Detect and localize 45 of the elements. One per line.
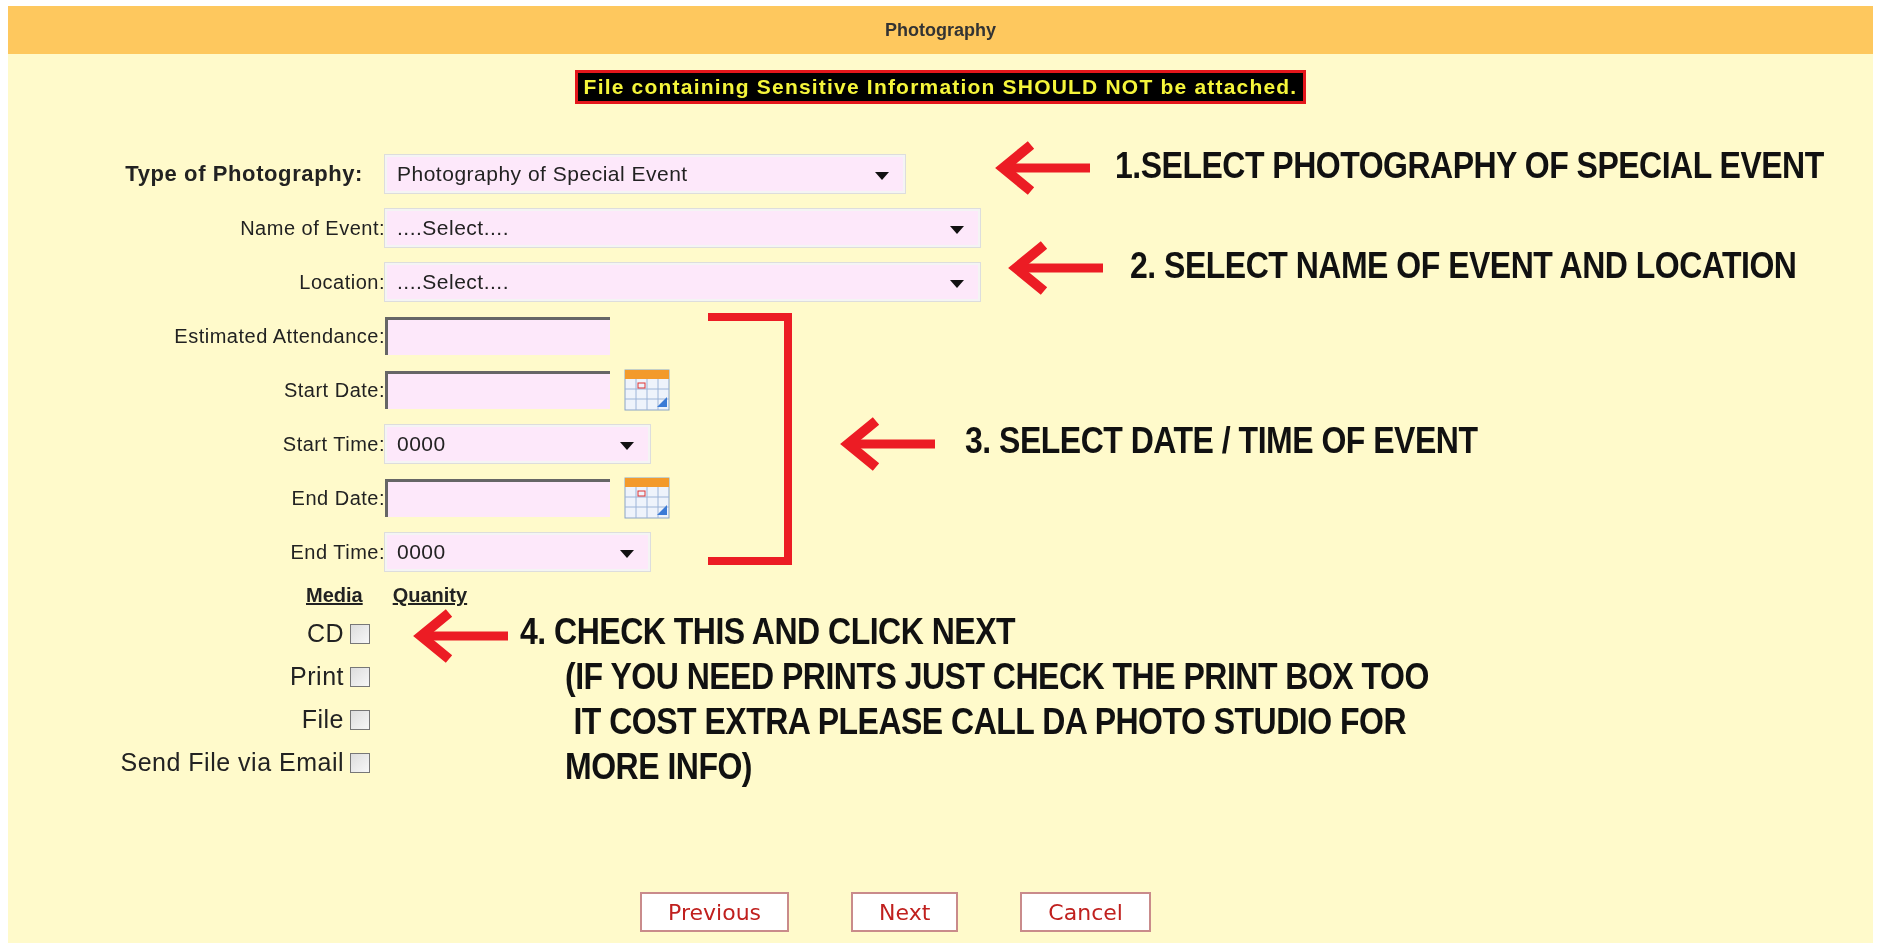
field-label: Location:	[298, 270, 385, 294]
dropdown[interactable]: Photography of Special Event	[385, 155, 905, 193]
caret-icon[interactable]	[950, 280, 964, 288]
annotation-text: 1.SELECT PHOTOGRAPHY OF SPECIAL EVENT	[1115, 144, 1824, 187]
checkbox[interactable]	[350, 623, 370, 644]
dropdown[interactable]: 0000	[385, 425, 650, 463]
checkbox-label: Send File via Email	[120, 748, 344, 777]
field-label: Start Time:	[281, 432, 385, 456]
date-field[interactable]	[385, 371, 610, 409]
nav-button[interactable]: Previous	[640, 892, 790, 932]
field-label: Type of Photography:	[124, 161, 364, 187]
annotation-text: 3. SELECT DATE / TIME OF EVENT	[965, 419, 1478, 462]
calendar-icon[interactable]	[624, 369, 670, 411]
checkbox-label: CD	[306, 619, 344, 648]
checkbox-label: Print	[290, 662, 344, 691]
annotation-text: IT COST EXTRA PLEASE CALL DA PHOTO STUDIO FOR	[572, 700, 1408, 743]
annotation-text: MORE INFO)	[565, 745, 753, 788]
caret-icon[interactable]	[950, 226, 964, 234]
column-heading: Media	[306, 584, 363, 607]
field-label: Name of Event:	[239, 216, 385, 240]
checkbox[interactable]	[350, 666, 370, 687]
caret-icon[interactable]	[875, 172, 889, 180]
dropdown[interactable]: ....Select....	[385, 263, 980, 301]
warning-banner: File containing Sensitive Information SHOULD NOT be attached.	[574, 70, 1307, 104]
header-title: Photography	[8, 6, 1873, 54]
dropdown[interactable]: 0000	[385, 533, 650, 571]
date-field[interactable]	[385, 479, 610, 517]
annotation-text: 2. SELECT NAME OF EVENT AND LOCATION	[1130, 244, 1797, 287]
checkbox[interactable]	[350, 709, 370, 730]
annotation-text: 4. CHECK THIS AND CLICK NEXT	[520, 610, 1017, 653]
field-label: End Date:	[290, 486, 385, 510]
field-label: End Time:	[289, 540, 385, 564]
annotation-text: (IF YOU NEED PRINTS JUST CHECK THE PRINT BOX TOO	[565, 655, 1429, 698]
checkbox[interactable]	[350, 752, 370, 773]
caret-icon[interactable]	[620, 442, 634, 450]
input-field[interactable]	[385, 317, 610, 355]
field-label: Start Date:	[282, 378, 385, 402]
caret-icon[interactable]	[620, 550, 634, 558]
dropdown[interactable]: ....Select....	[385, 209, 980, 247]
field-label: Estimated Attendance:	[173, 324, 385, 348]
column-heading: Quanity	[392, 584, 468, 607]
checkbox-label: File	[301, 705, 344, 734]
nav-button[interactable]: Cancel	[1020, 892, 1151, 932]
calendar-icon[interactable]	[624, 477, 670, 519]
nav-button[interactable]: Next	[851, 892, 959, 932]
